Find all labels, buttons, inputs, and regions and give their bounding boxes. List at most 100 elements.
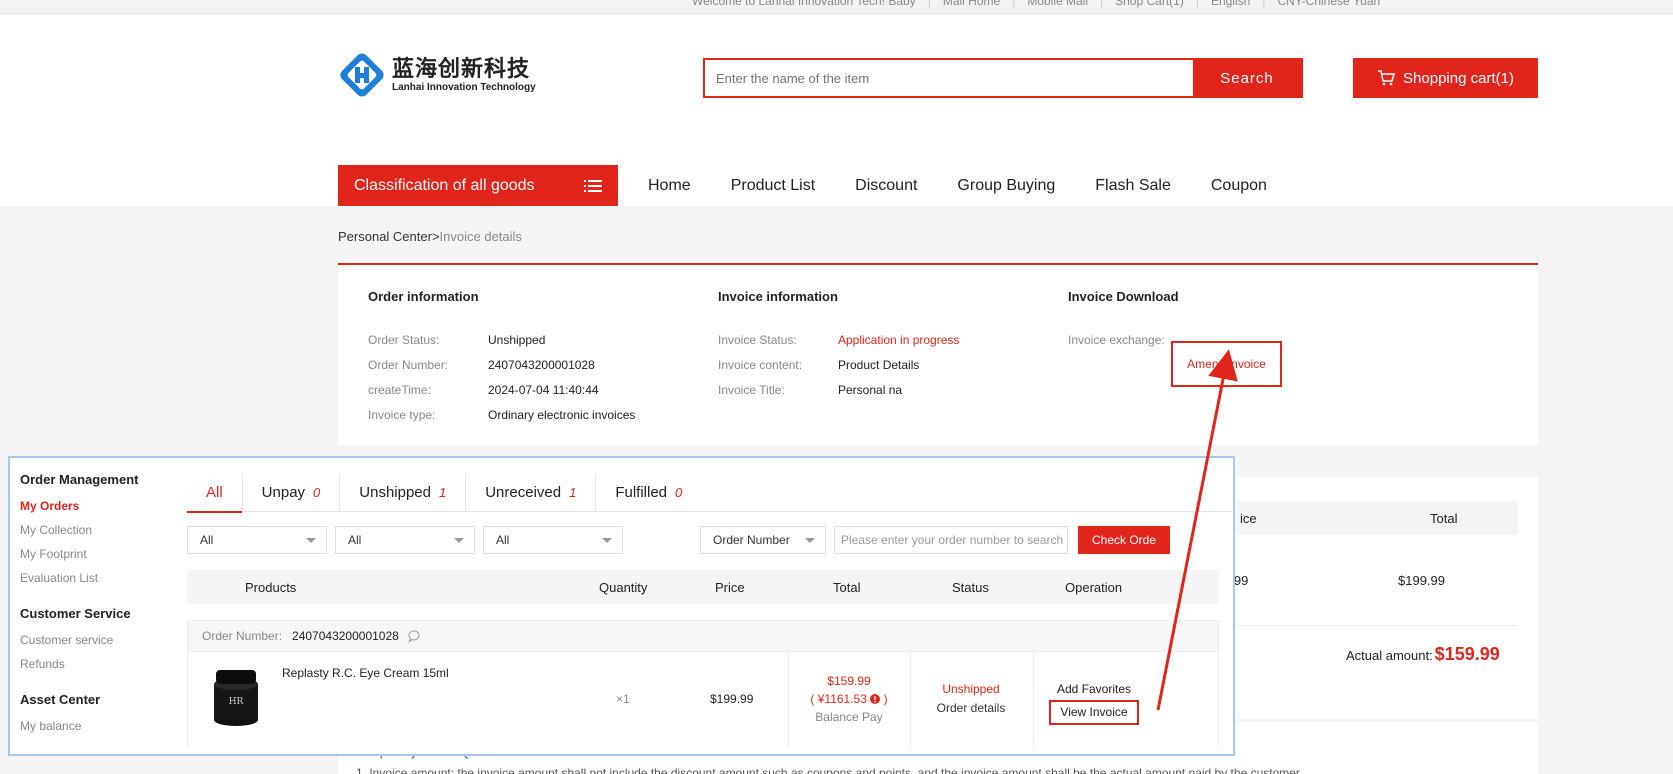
- info-icon[interactable]: [870, 694, 881, 704]
- shop-cart-link[interactable]: Shop Cart(1): [1115, 0, 1184, 8]
- product-price: $199.99: [710, 692, 754, 706]
- invoice-details-panel: Order information Order Status: Unshipped…: [338, 263, 1538, 445]
- tab-fulfilled[interactable]: Fulfilled 0: [596, 474, 701, 512]
- mobile-mall-link[interactable]: Mobile Mall: [1027, 0, 1088, 8]
- list-icon: [584, 179, 602, 192]
- table-row: HR Replasty R.C. Eye Cream 15ml ×1 $199.…: [187, 652, 1219, 748]
- col-quantity: Quantity: [599, 580, 648, 595]
- nav-home[interactable]: Home: [648, 177, 691, 195]
- language-select[interactable]: English: [1211, 0, 1250, 8]
- shopping-cart-button[interactable]: Shopping cart(1): [1353, 58, 1538, 98]
- sidebar-item-my-collection[interactable]: My Collection: [20, 518, 170, 542]
- sidebar-group-asset-center: Asset Center: [20, 692, 101, 707]
- filter-select-value: All: [496, 533, 510, 547]
- sidebar-item-refunds[interactable]: Refunds: [20, 652, 170, 676]
- sidebar-item-my-orders[interactable]: My Orders: [20, 494, 170, 518]
- order-details-link[interactable]: Order details: [910, 699, 1032, 718]
- order-total-cny-close: ): [880, 692, 888, 706]
- amend-invoice-button[interactable]: Amend invoice: [1171, 341, 1282, 387]
- tab-unpay[interactable]: Unpay 0: [243, 473, 341, 512]
- invoice-title-label: Invoice Title:: [718, 383, 785, 397]
- order-search-type-value: Order Number: [713, 533, 790, 547]
- order-number-search-input[interactable]: Please enter your order number to search: [834, 526, 1068, 554]
- order-number-label: Order Number:: [368, 358, 449, 372]
- summary-total-value: $199.99: [1398, 573, 1445, 588]
- nav-product-list[interactable]: Product List: [731, 177, 815, 195]
- welcome-text[interactable]: Welcome to Lanhai Innovation Tech! Baby: [692, 0, 916, 8]
- all-goods-menu[interactable]: Classification of all goods: [338, 165, 618, 206]
- filter-select-2[interactable]: All: [335, 526, 475, 554]
- main-nav: Classification of all goods Home Product…: [338, 165, 1267, 206]
- order-search-type-select[interactable]: Order Number: [700, 526, 826, 554]
- search-button[interactable]: Search: [1193, 60, 1301, 96]
- filter-select-1[interactable]: All: [187, 526, 327, 554]
- tab-unshipped[interactable]: Unshipped 1: [340, 473, 467, 512]
- sidebar-group-customer-service: Customer Service: [20, 606, 131, 621]
- personal-center-sidebar: Order Management My Orders My Collection…: [20, 472, 170, 754]
- nav-flash-sale[interactable]: Flash Sale: [1095, 177, 1171, 195]
- col-operation: Operation: [1065, 580, 1123, 595]
- invoice-status-label: Invoice Status:: [718, 333, 797, 347]
- order-status: Unshipped Order details: [910, 680, 1032, 718]
- product-image[interactable]: HR: [212, 670, 260, 728]
- order-total: $159.99 ( ¥1161.53 ) Balance Pay: [788, 672, 910, 726]
- chat-icon[interactable]: [407, 629, 421, 643]
- tab-label: Unpay: [261, 484, 306, 501]
- nav-discount[interactable]: Discount: [855, 177, 917, 195]
- nav-group-buying[interactable]: Group Buying: [957, 177, 1055, 195]
- logo-icon: [340, 53, 384, 97]
- cart-icon: [1378, 70, 1396, 86]
- product-quantity: ×1: [616, 692, 630, 706]
- orders-table-header: Products Quantity Price Total Status Ope…: [187, 570, 1219, 604]
- product-name[interactable]: Replasty R.C. Eye Cream 15ml: [282, 666, 449, 680]
- all-goods-label: Classification of all goods: [354, 176, 535, 194]
- order-row-header: Order Number: 2407043200001028: [187, 620, 1219, 652]
- tab-all[interactable]: All: [187, 473, 243, 513]
- logo-chinese-text: 蓝海创新科技: [392, 56, 531, 81]
- order-operations: Add Favorites View Invoice: [1033, 680, 1155, 725]
- sidebar-item-customer-service[interactable]: Customer service: [20, 628, 170, 652]
- breadcrumb-root[interactable]: Personal Center: [338, 229, 432, 244]
- order-total-usd: $159.99: [827, 674, 871, 688]
- invoice-content-label: Invoice content:: [718, 358, 803, 372]
- breadcrumb-separator: >: [431, 229, 440, 244]
- orders-overlay-window: Order Management My Orders My Collection…: [8, 456, 1235, 756]
- breadcrumb: Personal Center>Invoice details: [338, 229, 522, 244]
- summary-price-header: ice: [1240, 511, 1257, 526]
- tab-unreceived[interactable]: Unreceived 1: [466, 473, 597, 512]
- check-order-button[interactable]: Check Orde: [1078, 526, 1170, 554]
- divider: |: [1195, 0, 1199, 8]
- tab-label: Unshipped: [359, 484, 431, 501]
- add-favorites-link[interactable]: Add Favorites: [1033, 680, 1155, 699]
- mall-home-link[interactable]: Mall Home: [943, 0, 1000, 8]
- chevron-down-icon: [454, 538, 464, 543]
- view-invoice-button[interactable]: View Invoice: [1049, 700, 1139, 725]
- filter-select-value: All: [348, 533, 362, 547]
- chevron-down-icon: [602, 538, 612, 543]
- pay-method: Balance Pay: [815, 710, 883, 724]
- actual-amount-value: $159.99: [1434, 644, 1500, 664]
- invoice-info-title: Invoice information: [718, 289, 838, 304]
- sidebar-item-evaluation-list[interactable]: Evaluation List: [20, 566, 170, 590]
- create-time-value: 2024-07-04 11:40:44: [488, 383, 599, 397]
- search-input[interactable]: [705, 60, 1193, 96]
- sidebar-item-my-footprint[interactable]: My Footprint: [20, 542, 170, 566]
- col-price: Price: [715, 580, 745, 595]
- order-filters: All All All Order Number Please enter yo…: [187, 526, 1227, 554]
- header: 蓝海创新科技 Lanhai Innovation Technology Sear…: [0, 15, 1673, 206]
- nav-coupon[interactable]: Coupon: [1211, 177, 1267, 195]
- currency-select[interactable]: CNY-Chinese Yuan: [1277, 0, 1380, 8]
- top-bar: Welcome to Lanhai Innovation Tech! Baby …: [0, 0, 1673, 14]
- sidebar-item-my-balance[interactable]: My balance: [20, 714, 170, 738]
- order-info-title: Order information: [368, 289, 479, 304]
- col-products: Products: [245, 580, 297, 595]
- order-number-value: 2407043200001028: [488, 358, 595, 372]
- filter-select-3[interactable]: All: [483, 526, 623, 554]
- order-status-label: Order Status:: [368, 333, 440, 347]
- actual-amount: Actual amount: $159.99: [1346, 644, 1500, 665]
- tab-label: Fulfilled: [615, 484, 668, 501]
- chevron-down-icon: [805, 538, 815, 543]
- search-bar: Search: [703, 58, 1303, 98]
- sidebar-group-order-management: Order Management: [20, 472, 139, 487]
- logo[interactable]: 蓝海创新科技 Lanhai Innovation Technology: [337, 50, 536, 100]
